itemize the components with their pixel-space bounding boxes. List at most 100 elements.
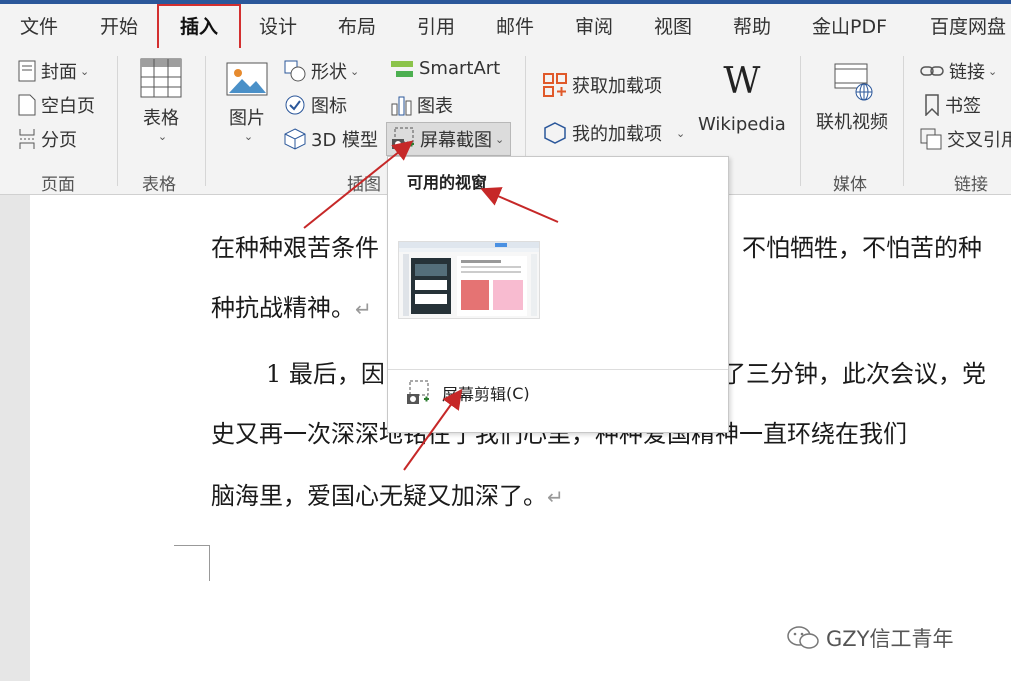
bookmark-button[interactable]: 书签 — [924, 92, 981, 118]
doc-line-3b: 了三分钟，此次会议，党 — [722, 360, 986, 388]
cross-reference-icon — [920, 128, 942, 150]
bookmark-icon — [925, 94, 939, 116]
wechat-icon — [787, 626, 819, 649]
chevron-down-icon: ⌄ — [243, 130, 254, 143]
tab-mailings[interactable]: 邮件 — [496, 12, 534, 39]
online-video-button[interactable]: 联机视频 — [816, 62, 888, 134]
chevron-down-icon: ⌄ — [676, 126, 686, 140]
doc-line-3a: 1 最后，因 — [266, 360, 385, 388]
cross-reference-button[interactable]: 交叉引用 — [920, 126, 1011, 152]
window-thumbnail[interactable] — [398, 241, 540, 319]
doc-line-2: 种抗战精神。↵ — [211, 288, 372, 323]
group-label-pages: 页面 — [41, 175, 75, 195]
chevron-down-icon: ⌄ — [350, 64, 360, 78]
my-addins-label: 我的加载项 — [572, 124, 662, 145]
watermark: GZY信工青年 — [786, 623, 954, 653]
shapes-label: 形状 — [311, 62, 347, 83]
available-windows-heading: 可用的视窗 — [407, 173, 488, 192]
table-button[interactable]: 表格 ⌄ — [140, 58, 182, 143]
dropdown-divider — [388, 369, 728, 370]
page-margin-corner — [174, 545, 210, 581]
cross-reference-label: 交叉引用 — [947, 130, 1011, 151]
blank-page-button[interactable]: 空白页 — [18, 92, 95, 118]
smartart-label: SmartArt — [419, 58, 501, 79]
link-button[interactable]: 链接 ⌄ — [920, 58, 997, 84]
tab-kingsoft-pdf[interactable]: 金山PDF — [812, 12, 887, 39]
screenshot-icon — [392, 127, 414, 149]
chart-label: 图表 — [417, 96, 453, 117]
doc-line-5: 脑海里，爱国心无疑又加深了。↵ — [211, 476, 564, 511]
cover-button[interactable]: 封面 ⌄ — [18, 58, 89, 84]
insert-tab-highlight — [157, 4, 241, 50]
picture-button[interactable]: 图片 ⌄ — [226, 62, 268, 143]
table-icon — [140, 58, 182, 98]
watermark-text: GZY信工青年 — [826, 627, 954, 651]
paragraph-mark-icon: ↵ — [547, 485, 564, 509]
chevron-down-icon: ⌄ — [157, 130, 168, 143]
group-label-tables: 表格 — [142, 175, 176, 195]
chevron-down-icon: ⌄ — [988, 64, 998, 78]
chart-button[interactable]: 图表 — [390, 92, 453, 118]
screen-clipping-label: 屏幕剪辑 — [442, 385, 507, 404]
screen-clipping-shortcut: (C) — [506, 383, 530, 403]
group-divider — [117, 56, 118, 186]
doc-line-1a: 在种种艰苦条件 — [211, 234, 379, 262]
group-divider — [205, 56, 206, 186]
online-video-icon — [834, 63, 873, 101]
screenshot-dropdown: 可用的视窗 屏幕剪辑 (C) — [387, 156, 729, 433]
group-divider — [800, 56, 801, 186]
doc-line-5-text: 脑海里，爱国心无疑又加深了。 — [211, 482, 547, 510]
3d-model-button[interactable]: 3D 模型 — [284, 126, 378, 152]
online-video-label: 联机视频 — [816, 112, 888, 133]
tab-view[interactable]: 视图 — [654, 12, 692, 39]
cover-page-icon — [18, 60, 36, 82]
shapes-button[interactable]: 形状 ⌄ — [284, 58, 359, 84]
screenshot-button[interactable]: 屏幕截图 ⌄ — [386, 122, 512, 156]
icons-icon — [285, 95, 305, 115]
window-preview-icon — [399, 242, 539, 316]
screen-clipping-icon — [407, 380, 429, 404]
picture-icon — [226, 62, 268, 96]
chevron-down-icon: ⌄ — [495, 132, 505, 146]
blank-page-label: 空白页 — [41, 96, 95, 117]
tab-help[interactable]: 帮助 — [733, 12, 771, 39]
bar-chart-icon — [391, 96, 412, 116]
doc-line-1b: 不怕牺牲，不怕苦的种 — [742, 234, 982, 262]
smartart-button[interactable]: SmartArt — [390, 58, 500, 79]
page-break-label: 分页 — [41, 130, 77, 151]
tab-home[interactable]: 开始 — [100, 12, 138, 39]
picture-label: 图片 — [229, 108, 265, 129]
chevron-down-icon: ⌄ — [80, 64, 90, 78]
doc-line-2-text: 种抗战精神。 — [211, 294, 355, 322]
group-label-media: 媒体 — [833, 175, 867, 195]
addin-cube-icon — [544, 122, 566, 144]
icons-button[interactable]: 图标 — [284, 92, 347, 118]
tab-references[interactable]: 引用 — [417, 12, 455, 39]
link-label: 链接 — [949, 62, 985, 83]
table-label: 表格 — [143, 108, 179, 129]
group-divider — [903, 56, 904, 186]
tab-review[interactable]: 审阅 — [575, 12, 613, 39]
blank-page-icon — [18, 94, 36, 116]
page-break-icon — [19, 129, 35, 149]
screen-clipping-item[interactable]: 屏幕剪辑 (C) — [406, 380, 530, 406]
group-label-links: 链接 — [954, 175, 988, 195]
ribbon-tabs: 文件 开始 插入 设计 布局 引用 邮件 审阅 视图 帮助 金山PDF 百度网盘 — [0, 4, 1011, 48]
bookmark-label: 书签 — [945, 96, 981, 117]
wikipedia-button[interactable]: W Wikipedia — [698, 61, 786, 136]
3d-model-label: 3D 模型 — [311, 130, 379, 151]
get-addins-label: 获取加载项 — [572, 76, 662, 97]
tab-baidu-netdisk[interactable]: 百度网盘 — [930, 12, 1006, 39]
tab-layout[interactable]: 布局 — [338, 12, 376, 39]
shapes-icon — [284, 60, 306, 82]
wikipedia-label: Wikipedia — [698, 114, 786, 135]
my-addins-button[interactable]: 我的加载项 ⌄ — [543, 120, 685, 146]
page-break-button[interactable]: 分页 — [18, 126, 77, 152]
cube-icon — [284, 128, 306, 150]
tab-file[interactable]: 文件 — [20, 12, 58, 39]
get-addins-button[interactable]: 获取加载项 — [543, 72, 662, 98]
wikipedia-logo-icon: W — [723, 61, 761, 102]
store-icon — [543, 73, 567, 97]
group-label-illustrations: 插图 — [347, 175, 381, 195]
tab-design[interactable]: 设计 — [259, 12, 297, 39]
